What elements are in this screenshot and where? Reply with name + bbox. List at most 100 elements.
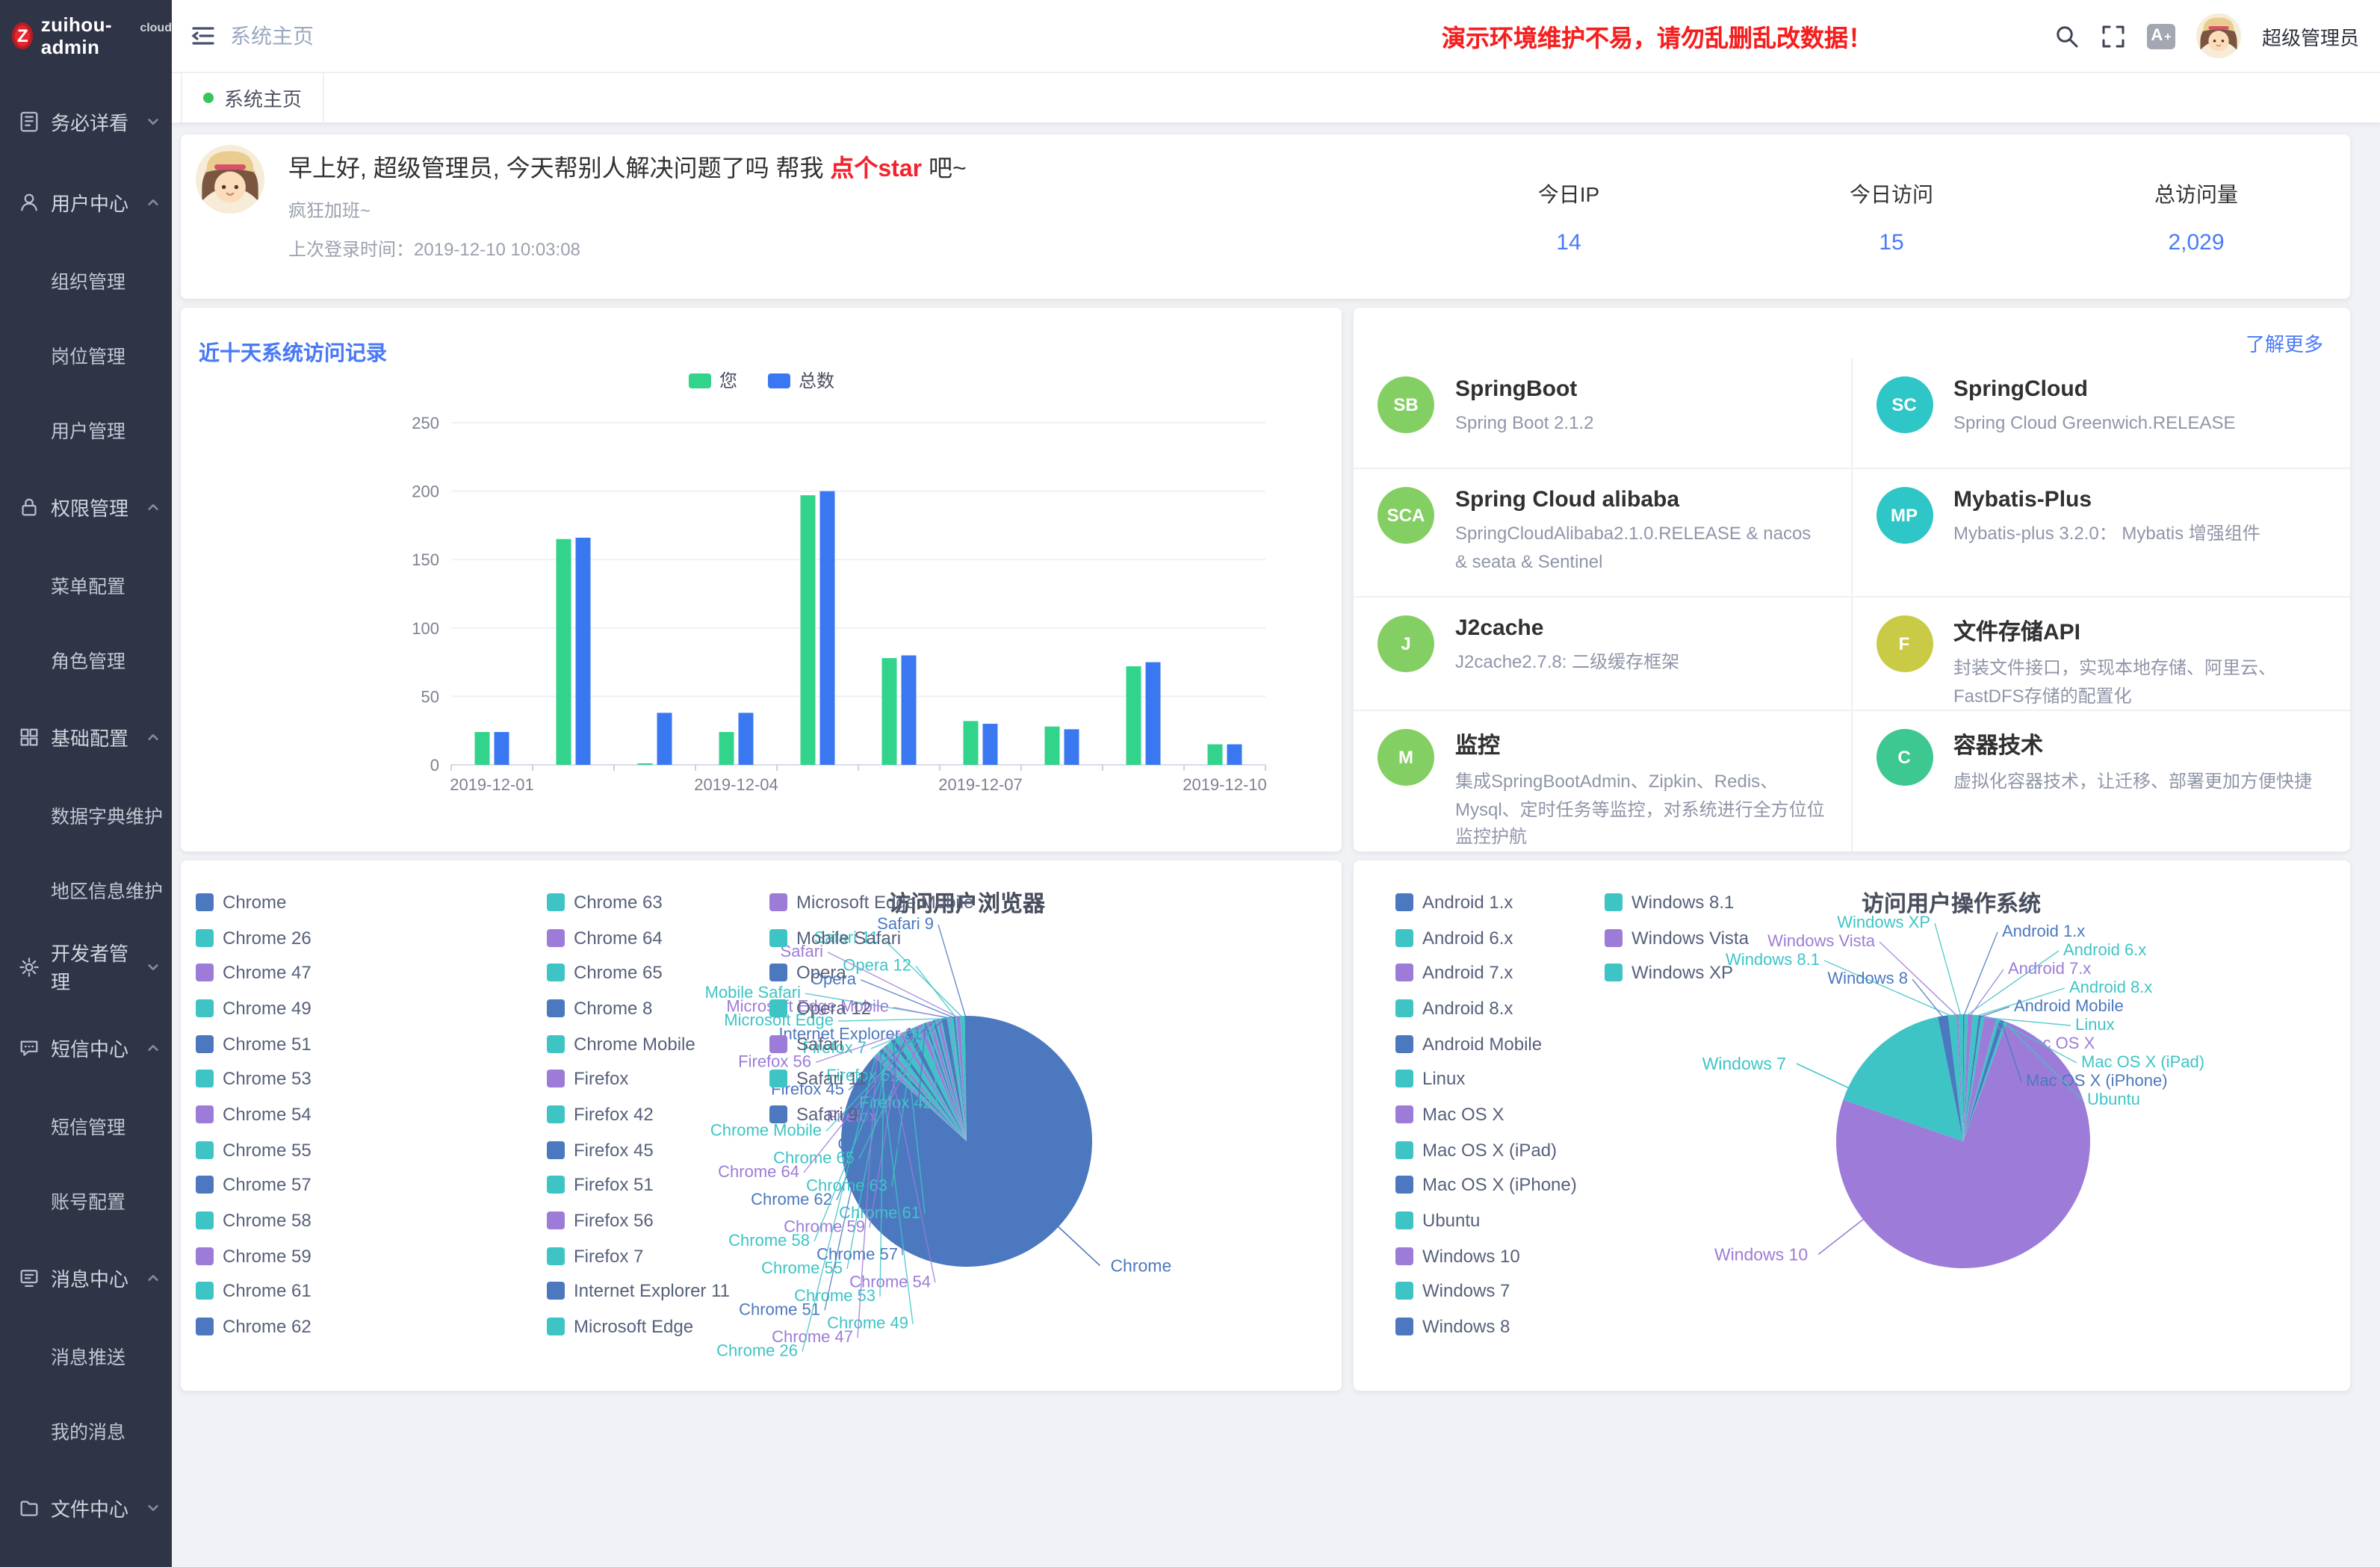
tabbar: 系统主页 bbox=[172, 72, 2380, 122]
sidebar-subitem-5-0[interactable]: 短信管理 bbox=[0, 1087, 172, 1162]
svg-text:Windows 8: Windows 8 bbox=[1827, 969, 1908, 987]
legend-item[interactable]: Safari bbox=[769, 1026, 973, 1061]
legend-item[interactable]: Windows 7 bbox=[1395, 1273, 1605, 1309]
legend-item[interactable]: Firefox bbox=[547, 1061, 769, 1096]
legend-item[interactable]: Chrome 62 bbox=[196, 1309, 547, 1344]
legend-item[interactable]: Chrome 26 bbox=[196, 919, 547, 955]
legend-item[interactable]: Windows Vista bbox=[1605, 919, 1749, 955]
tab-system-home[interactable]: 系统主页 bbox=[181, 72, 324, 122]
legend-item[interactable]: Microsoft Edge Mobile bbox=[769, 884, 973, 919]
svg-text:150: 150 bbox=[412, 550, 439, 569]
learn-more-link[interactable]: 了解更多 bbox=[2246, 329, 2323, 357]
sidebar-item-4[interactable]: 开发者管理 bbox=[0, 926, 172, 1007]
gear-icon bbox=[18, 955, 40, 978]
fullscreen-icon[interactable] bbox=[2101, 23, 2126, 49]
legend-item[interactable]: Chrome 63 bbox=[547, 884, 769, 919]
feature-card-4: JJ2cacheJ2cache2.7.8: 二级缓存框架 bbox=[1354, 598, 1852, 711]
legend-item[interactable]: Android Mobile bbox=[1395, 1026, 1605, 1061]
legend-item[interactable]: Chrome 65 bbox=[547, 955, 769, 990]
feature-desc: 封装文件接口，实现本地存储、阿里云、FastDFS存储的配置化 bbox=[1953, 654, 2326, 710]
feature-desc: Spring Boot 2.1.2 bbox=[1455, 409, 1826, 437]
sidebar-subitem-3-1[interactable]: 地区信息维护 bbox=[0, 851, 172, 926]
sidebar-subitem-3-0[interactable]: 数据字典维护 bbox=[0, 777, 172, 851]
legend-item[interactable]: Windows XP bbox=[1605, 955, 1749, 990]
legend-item[interactable]: Mac OS X (iPhone) bbox=[1395, 1167, 1605, 1203]
legend-item[interactable]: Android 7.x bbox=[1395, 955, 1605, 990]
legend-item[interactable]: Firefox 56 bbox=[547, 1203, 769, 1238]
legend-item[interactable]: Chrome 54 bbox=[196, 1096, 547, 1132]
legend-item[interactable]: Chrome 53 bbox=[196, 1061, 547, 1096]
legend-item[interactable]: Chrome bbox=[196, 884, 547, 919]
visits-chart-card: 近十天系统访问记录 您总数 0501001502002502019-12-012… bbox=[181, 308, 1342, 851]
sidebar-item-1[interactable]: 用户中心 bbox=[0, 161, 172, 242]
legend-item[interactable]: Firefox 45 bbox=[547, 1132, 769, 1167]
legend-item[interactable]: Chrome 61 bbox=[196, 1273, 547, 1309]
legend-item[interactable]: Ubuntu bbox=[1395, 1203, 1605, 1238]
legend-item[interactable]: Chrome 55 bbox=[196, 1132, 547, 1167]
legend-item[interactable]: Chrome 51 bbox=[196, 1026, 547, 1061]
legend-item[interactable]: Internet Explorer 11 bbox=[547, 1273, 769, 1309]
legend-item[interactable]: Safari 11 bbox=[769, 1061, 973, 1096]
menu-fold-icon[interactable] bbox=[188, 21, 218, 51]
sidebar-subitem-6-1[interactable]: 我的消息 bbox=[0, 1392, 172, 1467]
legend-item[interactable]: Android 8.x bbox=[1395, 990, 1605, 1025]
sidebar-subitem-1-0[interactable]: 组织管理 bbox=[0, 242, 172, 317]
sidebar-item-0[interactable]: 务必详看 bbox=[0, 81, 172, 161]
greeting-message: 早上好, 超级管理员, 今天帮别人解决问题了吗 帮我 bbox=[288, 157, 830, 182]
sidebar-item-6[interactable]: 消息中心 bbox=[0, 1237, 172, 1318]
svg-text:Android 6.x: Android 6.x bbox=[2063, 940, 2146, 959]
legend-item[interactable]: Windows 8 bbox=[1395, 1309, 1605, 1344]
legend-item[interactable]: Firefox 42 bbox=[547, 1096, 769, 1132]
sidebar-item-7[interactable]: 文件中心 bbox=[0, 1467, 172, 1548]
legend-item[interactable]: Linux bbox=[1395, 1061, 1605, 1096]
feature-avatar: SCA bbox=[1378, 488, 1434, 544]
font-size-icon[interactable]: A+ bbox=[2147, 23, 2175, 49]
legend-item[interactable]: Mac OS X bbox=[1395, 1096, 1605, 1132]
legend-item[interactable]: Chrome 57 bbox=[196, 1167, 547, 1203]
legend-item[interactable]: Android 6.x bbox=[1395, 919, 1605, 955]
legend-item[interactable]: Microsoft Edge bbox=[547, 1309, 769, 1344]
last-login: 上次登录时间：2019-12-10 10:03:08 bbox=[288, 236, 967, 261]
sidebar-subitem-5-1[interactable]: 账号配置 bbox=[0, 1162, 172, 1237]
star-link[interactable]: 点个star bbox=[830, 157, 922, 182]
legend-item[interactable]: Firefox 51 bbox=[547, 1167, 769, 1203]
feature-desc: J2cache2.7.8: 二级缓存框架 bbox=[1455, 648, 1826, 676]
legend-item[interactable]: Chrome 47 bbox=[196, 955, 547, 990]
legend-item[interactable]: Android 1.x bbox=[1395, 884, 1605, 919]
sidebar-item-2[interactable]: 权限管理 bbox=[0, 466, 172, 547]
sidebar-subitem-1-2[interactable]: 用户管理 bbox=[0, 391, 172, 466]
user-avatar[interactable] bbox=[2196, 13, 2241, 58]
logo-icon: Z bbox=[12, 22, 34, 49]
legend-item[interactable]: Chrome 8 bbox=[547, 990, 769, 1025]
legend-item[interactable]: Safari 9 bbox=[769, 1096, 973, 1132]
stat-0: 今日IP14 bbox=[1538, 179, 1599, 255]
legend-item[interactable]: Chrome 59 bbox=[196, 1238, 547, 1273]
legend-item[interactable]: Mobile Safari bbox=[769, 919, 973, 955]
legend-item[interactable]: Mac OS X (iPad) bbox=[1395, 1132, 1605, 1167]
sidebar-item-3[interactable]: 基础配置 bbox=[0, 696, 172, 777]
search-icon[interactable] bbox=[2054, 23, 2080, 49]
legend-item[interactable]: Opera 12 bbox=[769, 990, 973, 1025]
legend-item[interactable]: Opera bbox=[769, 955, 973, 990]
greeting-avatar bbox=[196, 145, 264, 214]
legend-item[interactable]: Chrome 58 bbox=[196, 1203, 547, 1238]
legend-item[interactable]: Windows 8.1 bbox=[1605, 884, 1749, 919]
sidebar-subitem-6-0[interactable]: 消息推送 bbox=[0, 1318, 172, 1392]
sidebar-subitem-2-1[interactable]: 角色管理 bbox=[0, 621, 172, 696]
feature-desc: 集成SpringBootAdmin、Zipkin、Redis、Mysql、定时任… bbox=[1455, 768, 1826, 851]
sidebar-subitem-2-0[interactable]: 菜单配置 bbox=[0, 547, 172, 621]
greeting-message-suffix: 吧~ bbox=[922, 157, 967, 182]
legend-item[interactable]: Chrome 64 bbox=[547, 919, 769, 955]
legend-item[interactable]: Firefox 7 bbox=[547, 1238, 769, 1273]
sms-icon bbox=[18, 1036, 40, 1058]
svg-text:2019-12-04: 2019-12-04 bbox=[694, 775, 778, 794]
legend-item[interactable]: Chrome 49 bbox=[196, 990, 547, 1025]
sidebar-item-5[interactable]: 短信中心 bbox=[0, 1007, 172, 1087]
feature-card-5: F文件存储API封装文件接口，实现本地存储、阿里云、FastDFS存储的配置化 bbox=[1852, 598, 2350, 711]
lock-icon bbox=[18, 495, 40, 518]
username[interactable]: 超级管理员 bbox=[2262, 22, 2359, 50]
stat-1: 今日访问15 bbox=[1850, 179, 1933, 255]
legend-item[interactable]: Windows 10 bbox=[1395, 1238, 1605, 1273]
sidebar-subitem-1-1[interactable]: 岗位管理 bbox=[0, 317, 172, 391]
legend-item[interactable]: Chrome Mobile bbox=[547, 1026, 769, 1061]
